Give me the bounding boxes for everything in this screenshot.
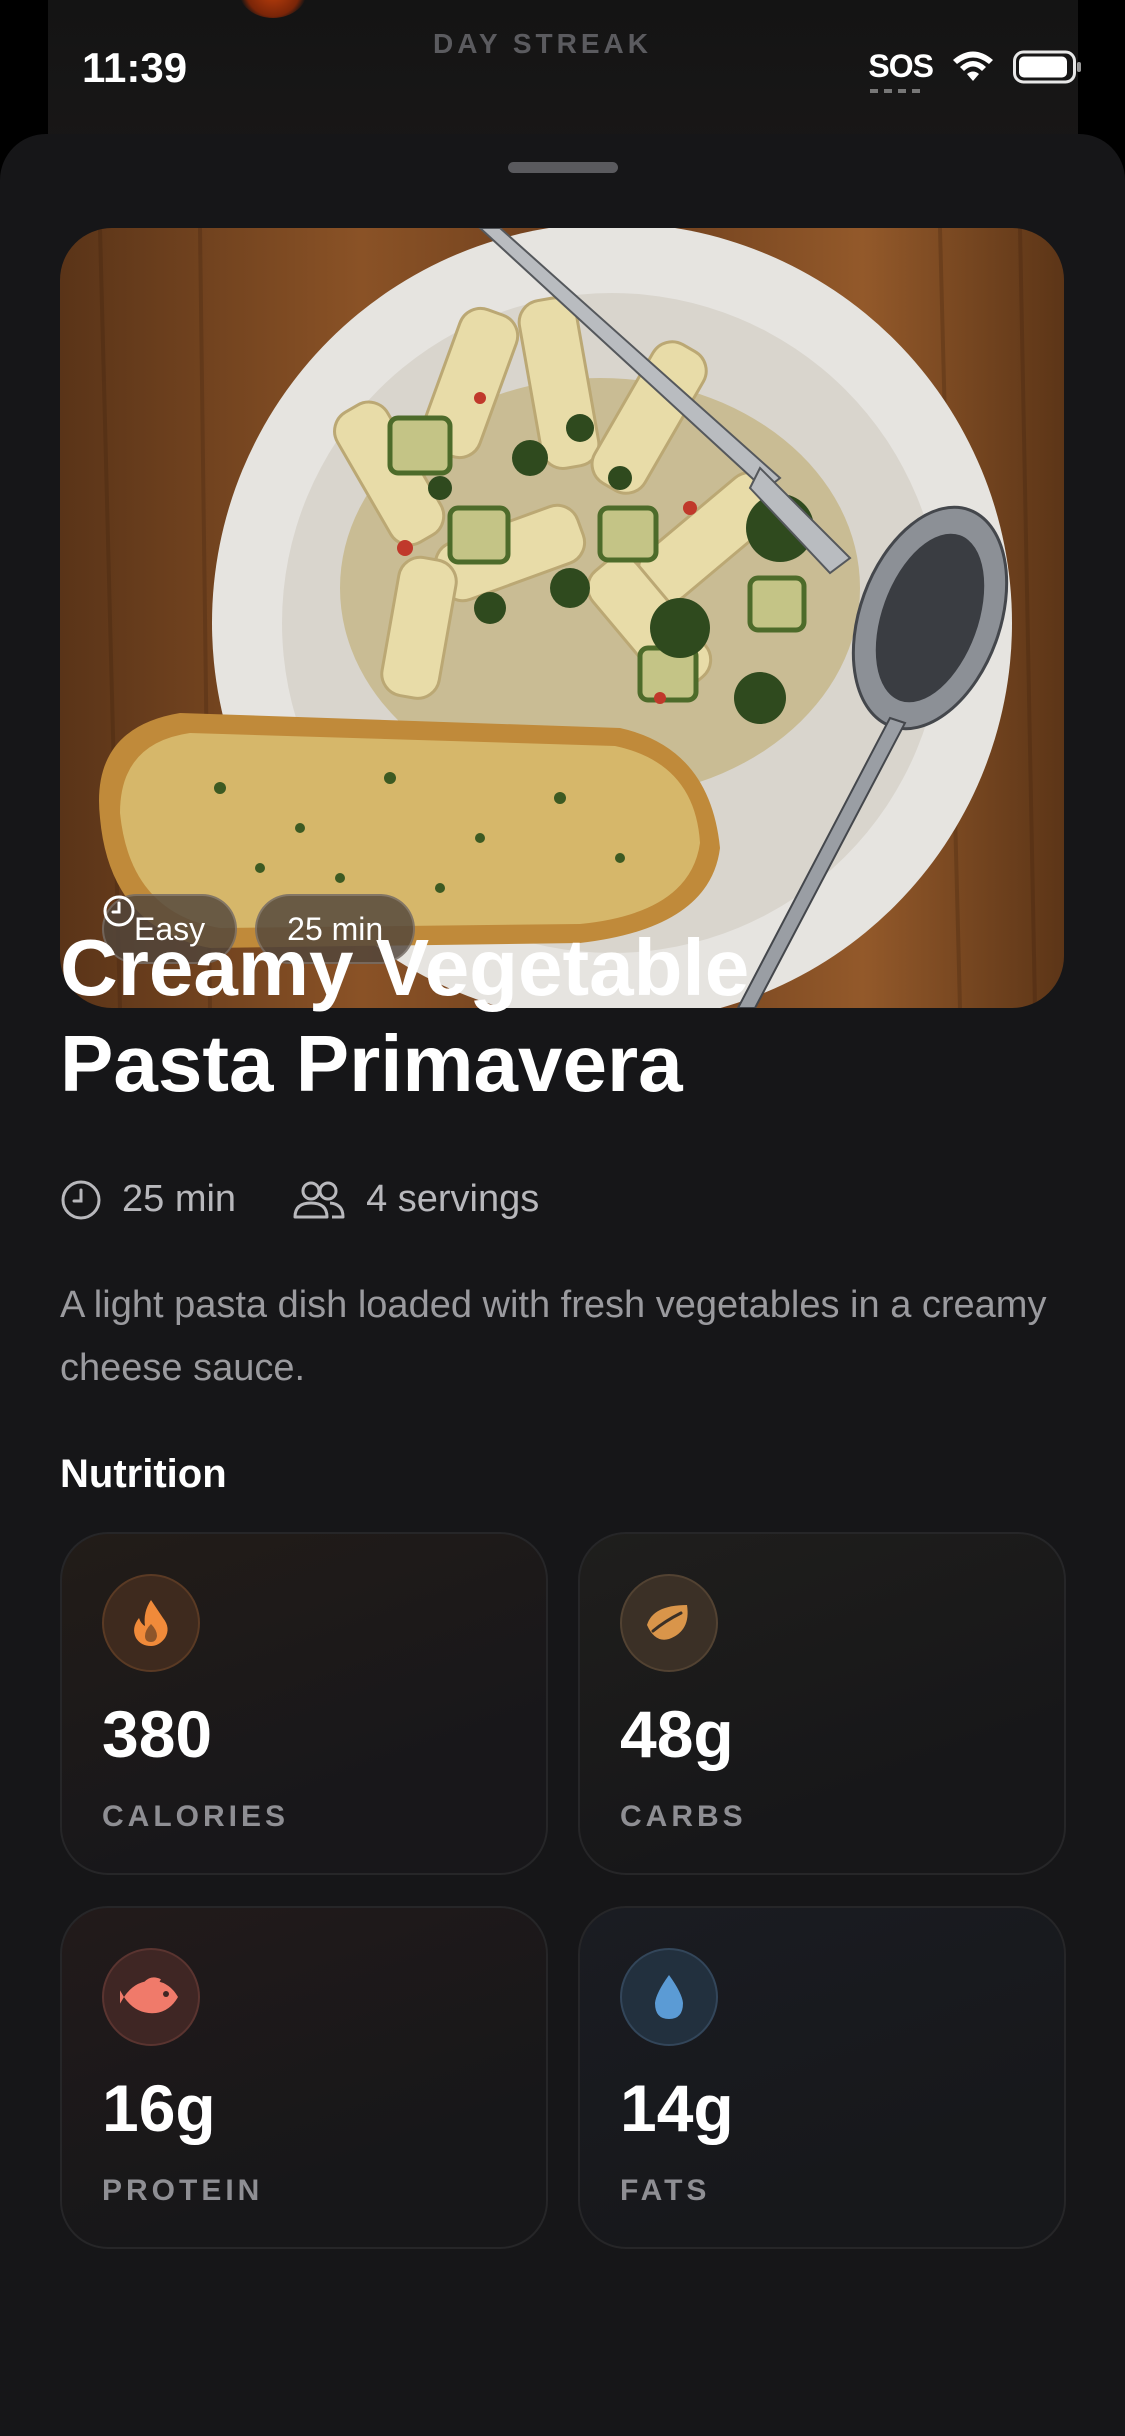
nutrition-card-carbs: 48g CARBS — [578, 1532, 1066, 1875]
battery-icon — [1013, 50, 1081, 83]
sos-indicator: SOS — [868, 48, 934, 93]
calories-value: 380 — [102, 1697, 213, 1771]
recipe-meta: 25 min 4 servings — [60, 1178, 595, 1221]
day-streak-label: DAY STREAK — [433, 28, 652, 59]
fats-label: FATS — [620, 2174, 711, 2207]
recipe-title: Creamy Vegetable Pasta Primavera — [60, 920, 1060, 1112]
pasta-dish-illustration — [98, 228, 1037, 1008]
prep-time: 25 min — [60, 1178, 236, 1221]
recipe-title-line1: Creamy Vegetable — [60, 923, 750, 1012]
fats-value: 14g — [620, 2071, 734, 2145]
servings: 4 servings — [292, 1178, 539, 1221]
protein-value: 16g — [102, 2071, 216, 2145]
fish-icon — [102, 1948, 200, 2046]
nutrition-card-calories: 380 CALORIES — [60, 1532, 548, 1875]
clock-icon — [61, 1180, 101, 1219]
drop-icon — [620, 1948, 718, 2046]
protein-label: PROTEIN — [102, 2174, 264, 2207]
wifi-icon — [953, 51, 993, 81]
sheet-grabber[interactable] — [508, 162, 618, 173]
carbs-value: 48g — [620, 1697, 734, 1771]
recipe-image: Easy 25 min — [60, 228, 1064, 1008]
nutrition-heading: Nutrition — [60, 1452, 227, 1496]
prep-time-label: 25 min — [122, 1178, 237, 1220]
recipe-description: A light pasta dish loaded with fresh veg… — [60, 1284, 1047, 1389]
nutrition-card-protein: 16g PROTEIN — [60, 1906, 548, 2249]
flame-icon — [102, 1574, 200, 1672]
people-icon — [293, 1181, 345, 1218]
servings-label: 4 servings — [366, 1178, 540, 1220]
carbs-label: CARBS — [620, 1800, 747, 1833]
status-time: 11:39 — [82, 44, 188, 91]
status-icons: SOS — [868, 48, 1083, 93]
flame-icon — [238, 0, 308, 18]
leaf-icon — [620, 1574, 718, 1672]
recipe-title-line2: Pasta Primavera — [60, 1019, 683, 1108]
calories-label: CALORIES — [102, 1800, 290, 1833]
nutrition-card-fats: 14g FATS — [578, 1906, 1066, 2249]
